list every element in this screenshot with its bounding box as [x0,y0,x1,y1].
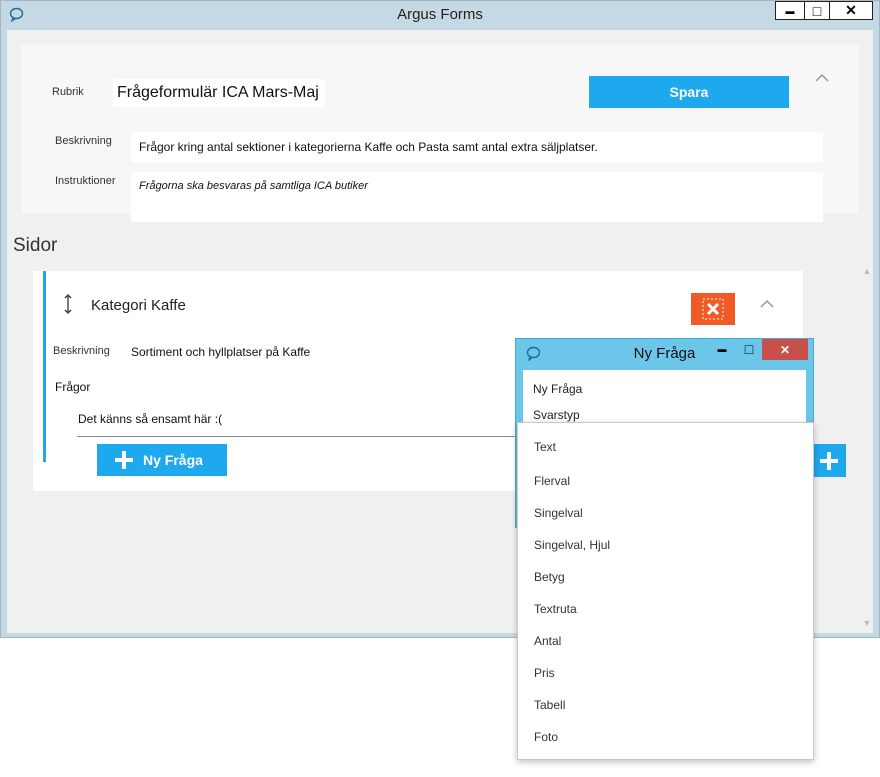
option-text[interactable]: Text [534,440,556,454]
minimize-button[interactable]: ▬ [775,1,805,20]
new-question-label: Ny Fråga [143,452,203,468]
page-beskrivning-label: Beskrivning [53,345,110,357]
minimize-icon: ▬ [785,5,795,16]
chevron-up-icon[interactable] [760,297,774,311]
beskrivning-label: Beskrivning [55,135,112,147]
option-foto[interactable]: Foto [534,730,558,744]
plus-icon [115,451,133,469]
option-singelval-hjul[interactable]: Singelval, Hjul [534,538,610,552]
dialog-maximize-button[interactable]: □ [736,339,762,358]
scroll-up-arrow[interactable]: ▲ [861,266,873,278]
plus-icon [820,451,838,470]
rubrik-input[interactable]: Frågeformulär ICA Mars-Maj [113,79,325,107]
maximize-icon: □ [744,340,754,357]
scroll-down-arrow[interactable]: ▼ [861,618,873,630]
close-button[interactable]: ✕ [829,1,873,20]
dialog-close-button[interactable]: ✕ [762,339,808,360]
page-accent-bar [43,271,46,462]
add-button[interactable] [812,444,846,477]
instruktioner-field[interactable]: Frågorna ska besvaras på samtliga ICA bu… [131,172,823,222]
page-title[interactable]: Kategori Kaffe [91,297,186,314]
option-tabell[interactable]: Tabell [534,698,565,712]
answer-type-select[interactable]: Svarstyp [533,408,580,422]
sidor-heading: Sidor [13,235,58,256]
close-icon: ✕ [779,342,791,357]
fragor-label: Frågor [55,380,91,394]
empty-questions-text: Det känns så ensamt här :( [78,412,223,426]
window-title: Argus Forms [397,6,483,23]
title-bar[interactable]: Argus Forms ▬ □ ✕ [1,1,879,29]
option-antal[interactable]: Antal [534,634,561,648]
instruktioner-label: Instruktioner [55,175,116,187]
dialog-minimize-button[interactable]: ▬ [708,339,736,358]
divider [77,436,517,437]
close-icon [702,298,724,320]
answer-type-dropdown: Text Flerval Singelval Singelval, Hjul B… [517,422,814,760]
option-singelval[interactable]: Singelval [534,506,583,520]
question-name-field[interactable]: Ny Fråga [533,382,582,396]
option-flerval[interactable]: Flerval [534,474,570,488]
option-textruta[interactable]: Textruta [534,602,577,616]
close-icon: ✕ [845,2,857,18]
option-betyg[interactable]: Betyg [534,570,565,584]
page-beskrivning-value[interactable]: Sortiment och hyllplatser på Kaffe [131,345,310,359]
option-pris[interactable]: Pris [534,666,555,680]
chevron-up-icon[interactable] [815,71,829,85]
drag-handle-icon[interactable] [63,293,73,315]
maximize-button[interactable]: □ [804,1,830,20]
save-button[interactable]: Spara [589,76,789,108]
beskrivning-field[interactable]: Frågor kring antal sektioner i kategorie… [131,132,823,162]
new-question-button[interactable]: Ny Fråga [97,444,227,476]
minimize-icon: ▬ [717,343,727,354]
maximize-icon: □ [812,2,822,19]
delete-page-button[interactable] [691,293,735,325]
dialog-body: Ny Fråga Svarstyp [523,370,806,430]
form-header-card: Rubrik Frågeformulär ICA Mars-Maj Spara … [21,44,859,222]
rubrik-label: Rubrik [52,86,84,98]
